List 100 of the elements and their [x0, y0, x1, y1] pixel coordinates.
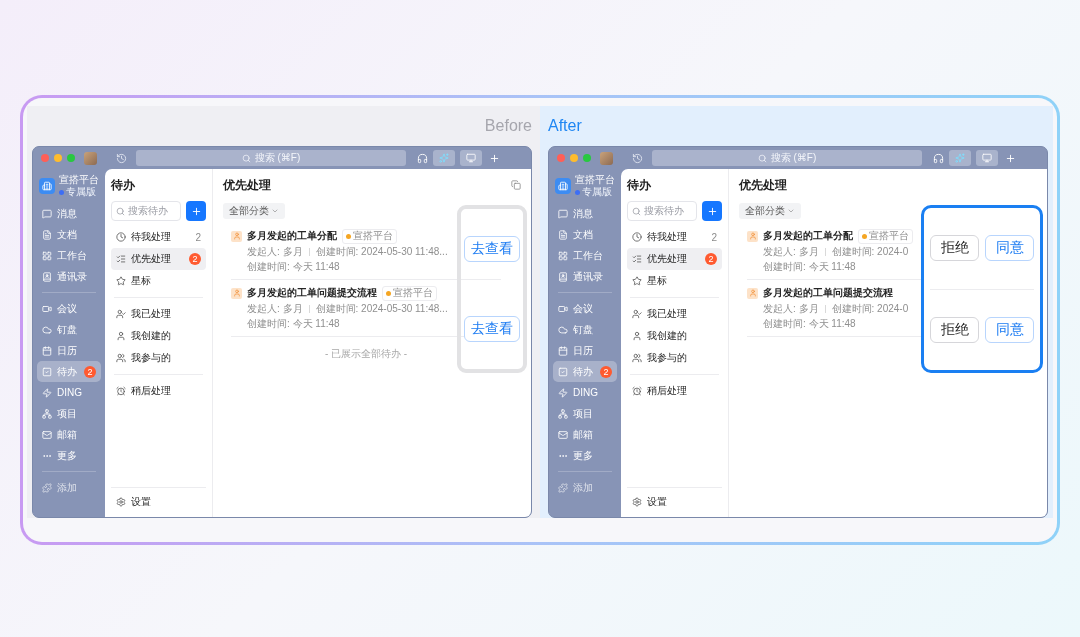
document-icon — [558, 229, 568, 240]
nav-item[interactable]: 消息 — [37, 203, 101, 224]
nav-item[interactable]: 通讯录 — [37, 266, 101, 287]
zoom-button[interactable] — [583, 154, 591, 162]
search-field[interactable]: 搜索待办 — [627, 201, 697, 221]
minimize-button[interactable] — [54, 154, 62, 162]
history-icon[interactable] — [116, 152, 127, 164]
action-button[interactable]: 去查看 — [464, 316, 520, 343]
task-title[interactable]: 多月发起的工单问题提交流程 — [247, 286, 377, 300]
nav-item[interactable]: 会议 — [553, 298, 617, 319]
action-button[interactable]: 去查看 — [464, 235, 520, 262]
settings-icon — [632, 497, 642, 507]
nav-item[interactable]: 钉盘 — [37, 319, 101, 340]
list-item[interactable]: 我已处理 — [111, 303, 206, 325]
list-item[interactable]: 我创建的 — [111, 325, 206, 347]
add-button[interactable] — [186, 201, 206, 221]
users-icon — [632, 353, 642, 363]
created-time: 创建时间: 今天 11:48 — [247, 316, 340, 331]
add-icon[interactable] — [489, 152, 500, 164]
settings-item[interactable]: 设置 — [627, 491, 722, 513]
nav-item[interactable]: 项目 — [553, 403, 617, 424]
list-item[interactable]: 优先处理 2 — [111, 248, 206, 270]
settings-item[interactable]: 设置 — [111, 491, 206, 513]
zoom-button[interactable] — [67, 154, 75, 162]
list-item[interactable]: 优先处理 2 — [627, 248, 722, 270]
search-icon — [116, 206, 125, 216]
nav-item[interactable]: 通讯录 — [553, 266, 617, 287]
filter-dropdown[interactable]: 全部分类 — [223, 203, 285, 219]
nav-item[interactable]: 待办 2 — [37, 361, 101, 382]
initiator-text: 发起人: 多月 — [763, 301, 819, 316]
source-tag: 宣搭平台 — [382, 285, 437, 301]
headset-icon[interactable] — [933, 152, 944, 164]
task-title[interactable]: 多月发起的工单分配 — [763, 229, 853, 243]
nav-item[interactable]: 邮箱 — [553, 424, 617, 445]
search-field[interactable]: 搜索 (⌘F) — [652, 150, 922, 166]
nav-item[interactable]: 待办 2 — [553, 361, 617, 382]
nav-item[interactable]: 消息 — [553, 203, 617, 224]
action-button[interactable]: 同意 — [985, 235, 1034, 262]
nav-item[interactable]: 邮箱 — [37, 424, 101, 445]
clock-icon — [632, 232, 642, 242]
add-icon[interactable] — [1005, 152, 1016, 164]
source-tag: 宣搭平台 — [342, 228, 397, 244]
copy-icon[interactable] — [511, 180, 521, 190]
task-title[interactable]: 多月发起的工单分配 — [247, 229, 337, 243]
list-item[interactable]: 我已处理 — [627, 303, 722, 325]
sparkle-button[interactable] — [949, 150, 971, 166]
nav-item[interactable]: 项目 — [37, 403, 101, 424]
list-item[interactable]: 我参与的 — [627, 347, 722, 369]
nav-item[interactable]: DING — [553, 382, 617, 403]
nav-item[interactable]: 会议 — [37, 298, 101, 319]
list-item[interactable]: 我创建的 — [627, 325, 722, 347]
alarm-clock-icon — [632, 386, 642, 396]
checklist-icon — [116, 254, 126, 264]
nav-item[interactable]: 工作台 — [553, 245, 617, 266]
list-item[interactable]: 星标 — [627, 270, 722, 292]
users-icon — [116, 353, 126, 363]
monitor-button[interactable] — [976, 150, 998, 166]
headset-icon[interactable] — [417, 152, 428, 164]
calendar-icon — [558, 345, 568, 356]
search-field[interactable]: 搜索 (⌘F) — [136, 150, 406, 166]
chevron-down-icon — [787, 207, 795, 215]
nav-item[interactable]: 日历 — [37, 340, 101, 361]
monitor-icon — [466, 153, 476, 163]
created-time: 创建时间: 今天 11:48 — [247, 259, 340, 274]
nav-item[interactable]: 更多 — [37, 445, 101, 466]
nav-item[interactable]: 工作台 — [37, 245, 101, 266]
action-button[interactable]: 拒绝 — [930, 235, 979, 262]
close-button[interactable] — [557, 154, 565, 162]
nav-item[interactable]: 文档 — [553, 224, 617, 245]
nav-item[interactable]: 文档 — [37, 224, 101, 245]
count-badge: 2 — [189, 253, 201, 265]
list-item[interactable]: 星标 — [111, 270, 206, 292]
list-item[interactable]: 待我处理 2 — [111, 226, 206, 248]
search-field[interactable]: 搜索待办 — [111, 201, 181, 221]
list-item[interactable]: 我参与的 — [111, 347, 206, 369]
sparkle-button[interactable] — [433, 150, 455, 166]
minimize-button[interactable] — [570, 154, 578, 162]
monitor-button[interactable] — [460, 150, 482, 166]
action-button[interactable]: 同意 — [985, 316, 1034, 343]
list-end-text: - 已展示全部待办 - — [323, 347, 409, 361]
user-icon — [632, 331, 642, 341]
history-icon[interactable] — [632, 152, 643, 164]
user-icon — [116, 331, 126, 341]
list-item[interactable]: 稍后处理 — [111, 380, 206, 402]
column-title: 待办 — [627, 177, 652, 193]
action-button[interactable]: 拒绝 — [930, 316, 979, 343]
task-title[interactable]: 多月发起的工单问题提交流程 — [763, 286, 893, 300]
nav-item[interactable]: 钉盘 — [553, 319, 617, 340]
filter-dropdown[interactable]: 全部分类 — [739, 203, 801, 219]
puzzle-icon — [42, 482, 52, 493]
list-item[interactable]: 稍后处理 — [627, 380, 722, 402]
nav-item[interactable]: 更多 — [553, 445, 617, 466]
add-button[interactable] — [702, 201, 722, 221]
nav-item[interactable]: DING — [37, 382, 101, 403]
nav-item[interactable]: 日历 — [553, 340, 617, 361]
close-button[interactable] — [41, 154, 49, 162]
section-title: 优先处理 — [223, 176, 271, 194]
edition-label: 专属版 — [575, 186, 615, 198]
created-time: 创建时间: 2024-05-30 11:48... — [315, 244, 448, 259]
list-item[interactable]: 待我处理 2 — [627, 226, 722, 248]
